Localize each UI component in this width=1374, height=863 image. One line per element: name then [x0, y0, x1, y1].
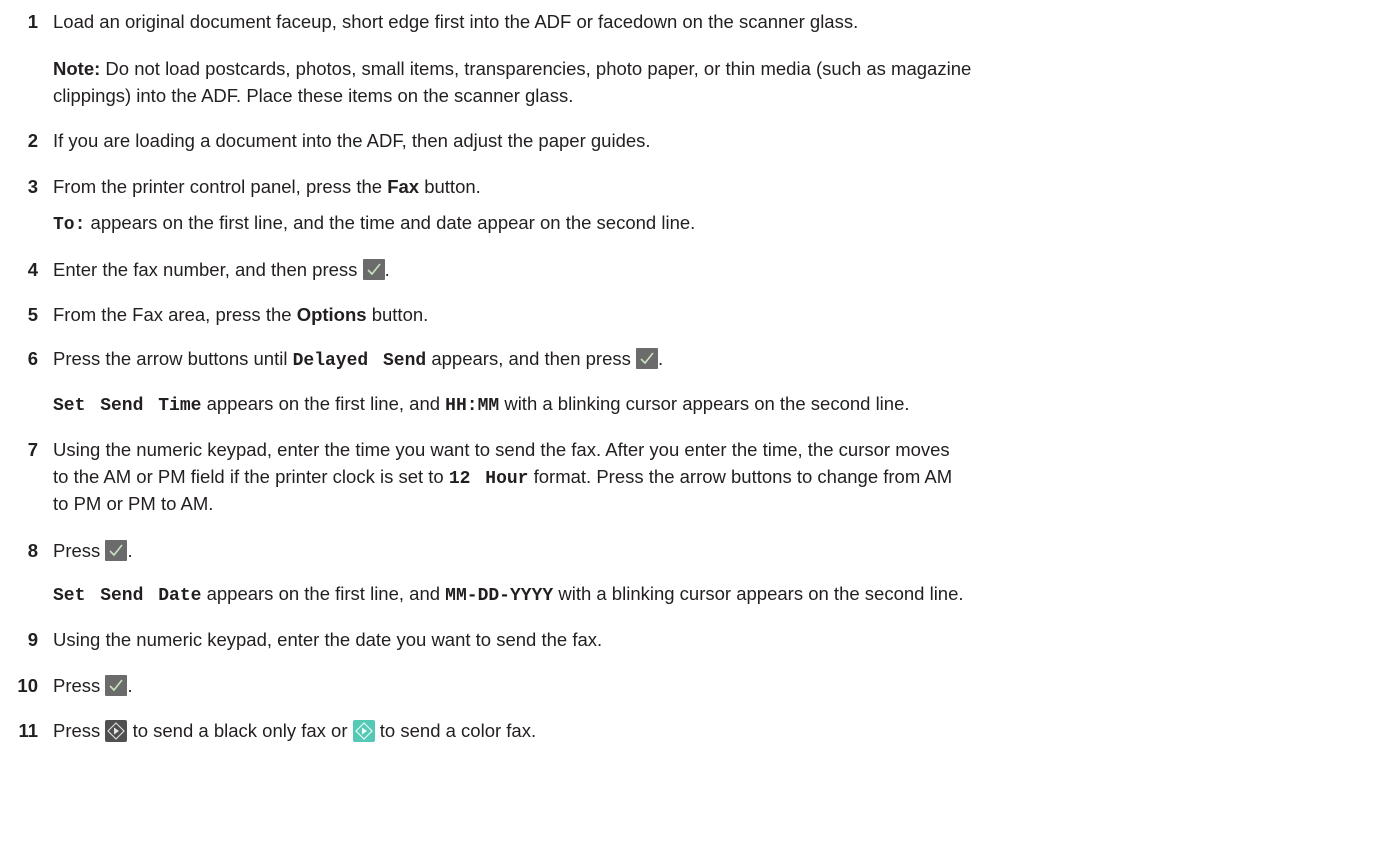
- fax-button-label: Fax: [387, 176, 420, 197]
- display-message: 12 Hour: [448, 469, 529, 489]
- step-text: .: [127, 540, 133, 561]
- step-text: to send a color fax.: [374, 720, 537, 741]
- step-number: 3: [27, 176, 38, 197]
- step-text: with a blinking cursor appears on the se…: [499, 393, 910, 414]
- document-page: 1 Load an original document faceup, shor…: [0, 0, 1374, 863]
- display-message: Set Send Time: [53, 396, 202, 416]
- step-number: 11: [18, 720, 38, 741]
- step-text: Press: [53, 675, 106, 696]
- step-text: Using the numeric keypad, enter the time…: [53, 439, 950, 460]
- step-text: .: [384, 259, 390, 280]
- display-message: Set Send Date: [53, 586, 202, 606]
- step-number: 6: [27, 348, 38, 369]
- display-message: MM-DD-YYYY: [445, 586, 554, 606]
- step-number: 5: [27, 304, 38, 325]
- step-number: 10: [17, 675, 38, 696]
- step-text: Press the arrow buttons until: [53, 348, 293, 369]
- step-text: Press: [53, 540, 106, 561]
- step-text: appears on the first line, and: [201, 583, 446, 604]
- step-text: to the AM or PM field if the printer clo…: [53, 466, 449, 487]
- step-text: If you are loading a document into the A…: [53, 130, 651, 151]
- step-text: Using the numeric keypad, enter the date…: [53, 629, 603, 650]
- step-number: 1: [27, 11, 38, 32]
- note-text: clippings) into the ADF. Place these ite…: [53, 85, 574, 106]
- step-text: button.: [419, 176, 481, 197]
- step-text: appears, and then press: [426, 348, 637, 369]
- note-label: Note:: [53, 58, 101, 79]
- checkmark-button-icon: [105, 540, 128, 561]
- display-message: Delayed Send: [292, 351, 427, 371]
- step-text: appears on the first line, and: [201, 393, 446, 414]
- step-number: 8: [27, 540, 38, 561]
- step-text: From the Fax area, press the: [53, 304, 297, 325]
- step-text: From the printer control panel, press th…: [53, 176, 388, 197]
- step-text: format. Press the arrow buttons to chang…: [528, 466, 953, 487]
- step-text: Load an original document faceup, short …: [53, 11, 859, 32]
- options-button-label: Options: [296, 304, 367, 325]
- step-text: Enter the fax number, and then press: [53, 259, 363, 280]
- step-text: to PM or PM to AM.: [53, 493, 214, 514]
- color-start-button-icon: [352, 720, 375, 742]
- step-number: 9: [27, 629, 38, 650]
- checkmark-button-icon: [362, 259, 385, 280]
- step-text: Press: [53, 720, 106, 741]
- step-number: 2: [27, 130, 38, 151]
- black-start-button-icon: [105, 720, 128, 742]
- display-message: HH:MM: [445, 396, 500, 416]
- step-text: to send a black only fax or: [127, 720, 353, 741]
- step-text: .: [127, 675, 133, 696]
- step-text: with a blinking cursor appears on the se…: [553, 583, 964, 604]
- note-text: Do not load postcards, photos, small ite…: [105, 58, 972, 79]
- step-text: appears on the first line, and the time …: [85, 212, 696, 233]
- checkmark-button-icon: [636, 348, 659, 369]
- display-message: To:: [53, 215, 86, 235]
- checkmark-button-icon: [105, 675, 128, 696]
- step-number: 4: [27, 259, 38, 280]
- step-text: button.: [366, 304, 429, 325]
- step-text: .: [658, 348, 664, 369]
- step-number: 7: [27, 439, 38, 460]
